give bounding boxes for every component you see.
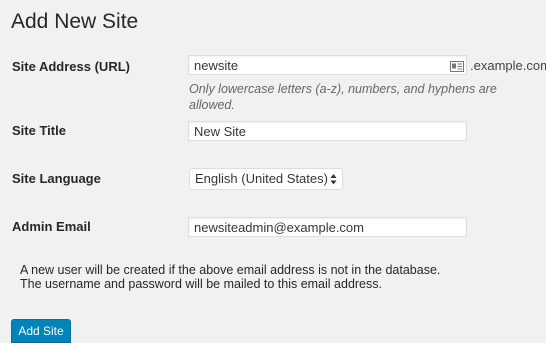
site-address-label: Site Address (URL)	[12, 59, 130, 74]
admin-email-label: Admin Email	[12, 219, 91, 234]
address-card-icon	[450, 59, 464, 72]
mail-note: The username and password will be mailed…	[20, 277, 382, 291]
admin-email-input[interactable]	[188, 217, 467, 237]
site-title-label: Site Title	[12, 123, 66, 138]
page-title: Add New Site	[11, 10, 139, 33]
site-language-select[interactable]: English (United States)	[189, 168, 343, 190]
site-title-input[interactable]	[188, 121, 467, 141]
add-site-button[interactable]: Add Site	[11, 319, 71, 343]
domain-suffix: .example.com	[470, 58, 546, 73]
site-address-input[interactable]	[188, 55, 467, 75]
add-new-site-page: Add New Site Site Address (URL) .example…	[0, 0, 546, 343]
site-address-hint: Only lowercase letters (a-z), numbers, a…	[189, 82, 497, 112]
up-down-arrows-icon	[330, 172, 337, 186]
site-language-label: Site Language	[12, 171, 101, 186]
site-language-selected: English (United States)	[195, 171, 328, 186]
